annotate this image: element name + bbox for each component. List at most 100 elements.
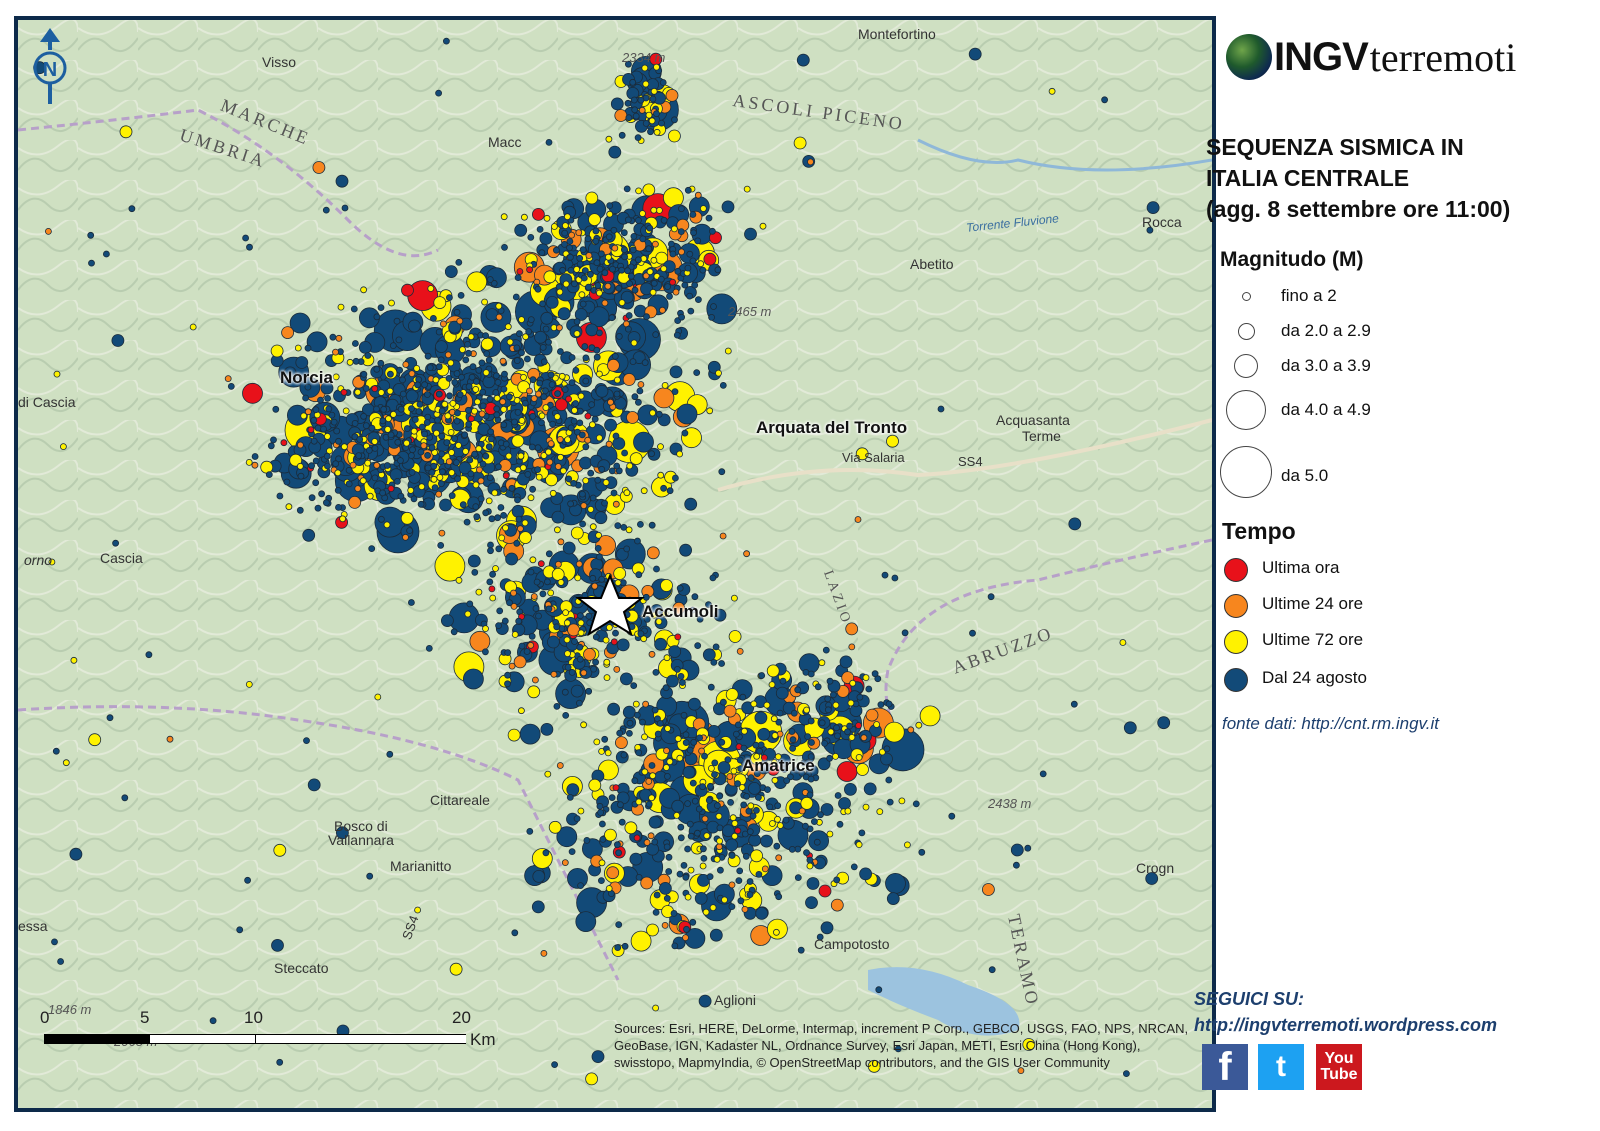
magnitude-label-3: da 3.0 a 3.9 (1281, 356, 1371, 375)
earthquake-dot (818, 659, 826, 667)
magnitude-label-2: da 2.0 a 2.9 (1281, 321, 1371, 340)
earthquake-dot (588, 213, 601, 227)
earthquake-dot (307, 778, 321, 792)
earthquake-dot (639, 718, 646, 726)
earthquake-dot (615, 284, 623, 292)
earthquake-dot (711, 759, 719, 767)
earthquake-dot (389, 342, 397, 350)
earthquake-dot (504, 649, 512, 656)
earthquake-dot (341, 204, 349, 212)
earthquake-dot (614, 841, 621, 849)
earthquake-dot (434, 416, 442, 424)
data-source[interactable]: fonte dati: http://cnt.rm.ingv.it (1222, 714, 1439, 734)
earthquake-dot (87, 231, 95, 239)
earthquake-dot (332, 373, 340, 381)
earthquake-dot (689, 779, 697, 787)
earthquake-dot (684, 800, 691, 807)
earthquake-dot (624, 821, 638, 835)
earthquake-dot (826, 830, 834, 838)
earthquake-dot (393, 317, 401, 325)
earthquake-dot (501, 370, 508, 378)
earthquake-dot (300, 412, 308, 420)
place-norcia: Norcia (280, 368, 333, 387)
earthquake-dot (796, 53, 810, 67)
earthquake-dot (615, 736, 628, 749)
earthquake-dot (673, 812, 681, 819)
earthquake-dot (663, 747, 670, 754)
youtube-icon[interactable]: You Tube (1316, 1044, 1362, 1090)
earthquake-dot (709, 227, 716, 235)
earthquake-dot (570, 417, 578, 425)
earthquake-dot (573, 265, 581, 273)
earthquake-dot (618, 131, 626, 139)
earthquake-dot (532, 870, 546, 883)
seismic-map[interactable]: N MARCHE UMBRIA ASCOLI PICENO ABRUZZO TE… (14, 16, 1216, 1112)
earthquake-dot (260, 460, 274, 474)
earthquake-dot (462, 668, 484, 690)
earthquake-dot (386, 370, 394, 378)
earthquake-dot (681, 429, 689, 437)
earthquake-dot (456, 317, 464, 325)
earthquake-dot (630, 682, 638, 689)
earthquake-dot (731, 594, 738, 602)
earthquake-dot (579, 456, 592, 470)
earthquake-dot (472, 385, 480, 393)
earthquake-dot (640, 876, 654, 890)
earthquake-dot (584, 412, 592, 420)
earthquake-dot (625, 526, 633, 534)
earthquake-dot (662, 684, 670, 692)
earthquake-dot (776, 709, 784, 717)
earthquake-dot (684, 264, 692, 272)
earthquake-dot (883, 745, 891, 753)
facebook-icon[interactable]: f (1202, 1044, 1248, 1090)
earthquake-dot (145, 651, 153, 659)
earthquake-dot (646, 224, 654, 232)
earthquake-dot (648, 762, 656, 769)
earthquake-dot (437, 542, 445, 549)
earthquake-dot (794, 686, 802, 694)
time-class-3: Ultime 72 ore (1224, 628, 1484, 658)
earthquake-dot (717, 866, 724, 874)
earthquake-dot (824, 706, 832, 714)
earthquake-dot (472, 481, 480, 489)
earthquake-dot (859, 867, 872, 881)
earthquake-dot (365, 446, 373, 454)
earthquake-dot (756, 747, 763, 755)
earthquake-dot (511, 504, 525, 518)
follow-url-link[interactable]: http://ingvterremoti.wordpress.com (1194, 1012, 1497, 1038)
earthquake-dot (449, 399, 457, 407)
twitter-icon[interactable]: t (1258, 1044, 1304, 1090)
earthquake-dot (865, 708, 879, 722)
earthquake-dot (383, 521, 391, 529)
earthquake-dot (904, 841, 911, 849)
earthquake-dot (833, 876, 841, 884)
earthquake-dot (642, 80, 650, 88)
earthquake-dot (557, 348, 564, 355)
earthquake-dot (635, 216, 642, 224)
earthquake-dot (547, 440, 555, 448)
earthquake-dot (443, 439, 451, 446)
map-canvas[interactable] (18, 20, 1212, 1108)
earthquake-dot (534, 330, 547, 344)
earthquake-dot (440, 614, 454, 627)
earthquake-dot (368, 545, 376, 552)
earthquake-dot (615, 921, 623, 928)
earthquake-dot (320, 425, 327, 433)
earthquake-dot (885, 873, 906, 894)
earthquake-dot (808, 739, 815, 746)
earthquake-dot (499, 357, 507, 365)
earthquake-dot (613, 390, 621, 398)
earthquake-dot (633, 834, 641, 842)
earthquake-dot (557, 579, 565, 586)
earthquake-dot (296, 462, 304, 470)
earthquake-dot (587, 505, 595, 513)
earthquake-dot (800, 797, 814, 810)
earthquake-dot (659, 306, 666, 314)
earthquake-dot (410, 495, 418, 503)
earthquake-dot (848, 643, 856, 651)
earthquake-dot (455, 441, 462, 449)
earthquake-dot (681, 281, 689, 289)
earthquake-dot (669, 278, 676, 286)
earthquake-dot (438, 407, 446, 415)
earthquake-dot (571, 406, 578, 414)
